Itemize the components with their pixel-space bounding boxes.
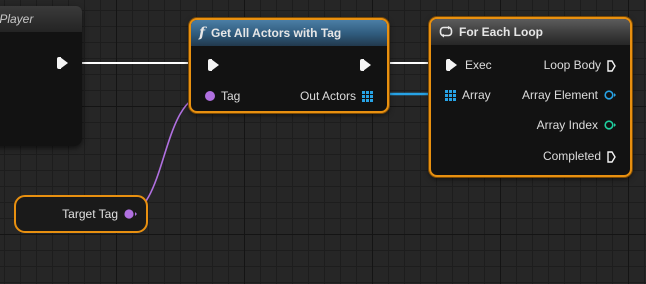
- exec-input-pin[interactable]: Exec: [445, 58, 492, 72]
- array-index-pin[interactable]: Array Index: [537, 118, 616, 132]
- exec-pin-hollow-icon: [607, 60, 616, 72]
- event-node-header: est Player: [0, 6, 82, 32]
- array-pin-icon: [362, 90, 373, 102]
- target-tag-variable-node[interactable]: Target Tag: [14, 195, 148, 233]
- name-pin-icon: [205, 91, 215, 101]
- exec-pin-icon: [57, 57, 68, 69]
- out-actors-label: Out Actors: [299, 89, 356, 103]
- name-pin-icon[interactable]: [124, 209, 138, 219]
- event-node-title: est Player: [0, 12, 34, 26]
- for-each-loop-title: For Each Loop: [459, 25, 543, 39]
- get-all-actors-node[interactable]: f Get All Actors with Tag Tag Out Actors: [189, 18, 389, 113]
- array-element-label: Array Element: [521, 88, 598, 102]
- for-each-loop-header: For Each Loop: [431, 19, 630, 45]
- out-actors-pin[interactable]: Out Actors: [300, 89, 373, 103]
- loop-icon: [439, 26, 453, 38]
- exec-pin-icon: [208, 59, 219, 71]
- completed-label: Completed: [542, 149, 601, 163]
- array-input-pin[interactable]: Array: [445, 88, 491, 102]
- get-all-actors-exec-out[interactable]: [360, 59, 371, 71]
- exec-pin-label: Exec: [465, 58, 492, 72]
- array-pin-label: Array: [462, 88, 491, 102]
- int-pin-icon: [604, 120, 616, 130]
- object-pin-icon: [604, 90, 616, 100]
- tag-pin-label: Tag: [221, 89, 241, 103]
- event-node[interactable]: est Player: [0, 6, 82, 146]
- loop-body-pin[interactable]: Loop Body: [544, 58, 616, 72]
- completed-pin[interactable]: Completed: [543, 149, 616, 163]
- array-index-label: Array Index: [536, 118, 598, 132]
- exec-pin-hollow-icon: [607, 151, 616, 163]
- get-all-actors-header: f Get All Actors with Tag: [191, 20, 387, 46]
- exec-pin-icon: [360, 59, 371, 71]
- exec-pin-icon: [446, 59, 457, 71]
- array-element-pin[interactable]: Array Element: [522, 88, 616, 102]
- loop-body-label: Loop Body: [543, 58, 601, 72]
- for-each-loop-node[interactable]: For Each Loop Exec Array Loop Body Array…: [429, 17, 632, 177]
- array-pin-icon: [445, 89, 456, 101]
- target-tag-label: Target Tag: [62, 207, 118, 221]
- event-exec-out-pin[interactable]: [57, 57, 68, 69]
- tag-input-pin[interactable]: Tag: [205, 89, 240, 103]
- function-icon: f: [199, 25, 206, 41]
- get-all-actors-title: Get All Actors with Tag: [211, 26, 342, 40]
- get-all-actors-exec-in[interactable]: [208, 59, 219, 71]
